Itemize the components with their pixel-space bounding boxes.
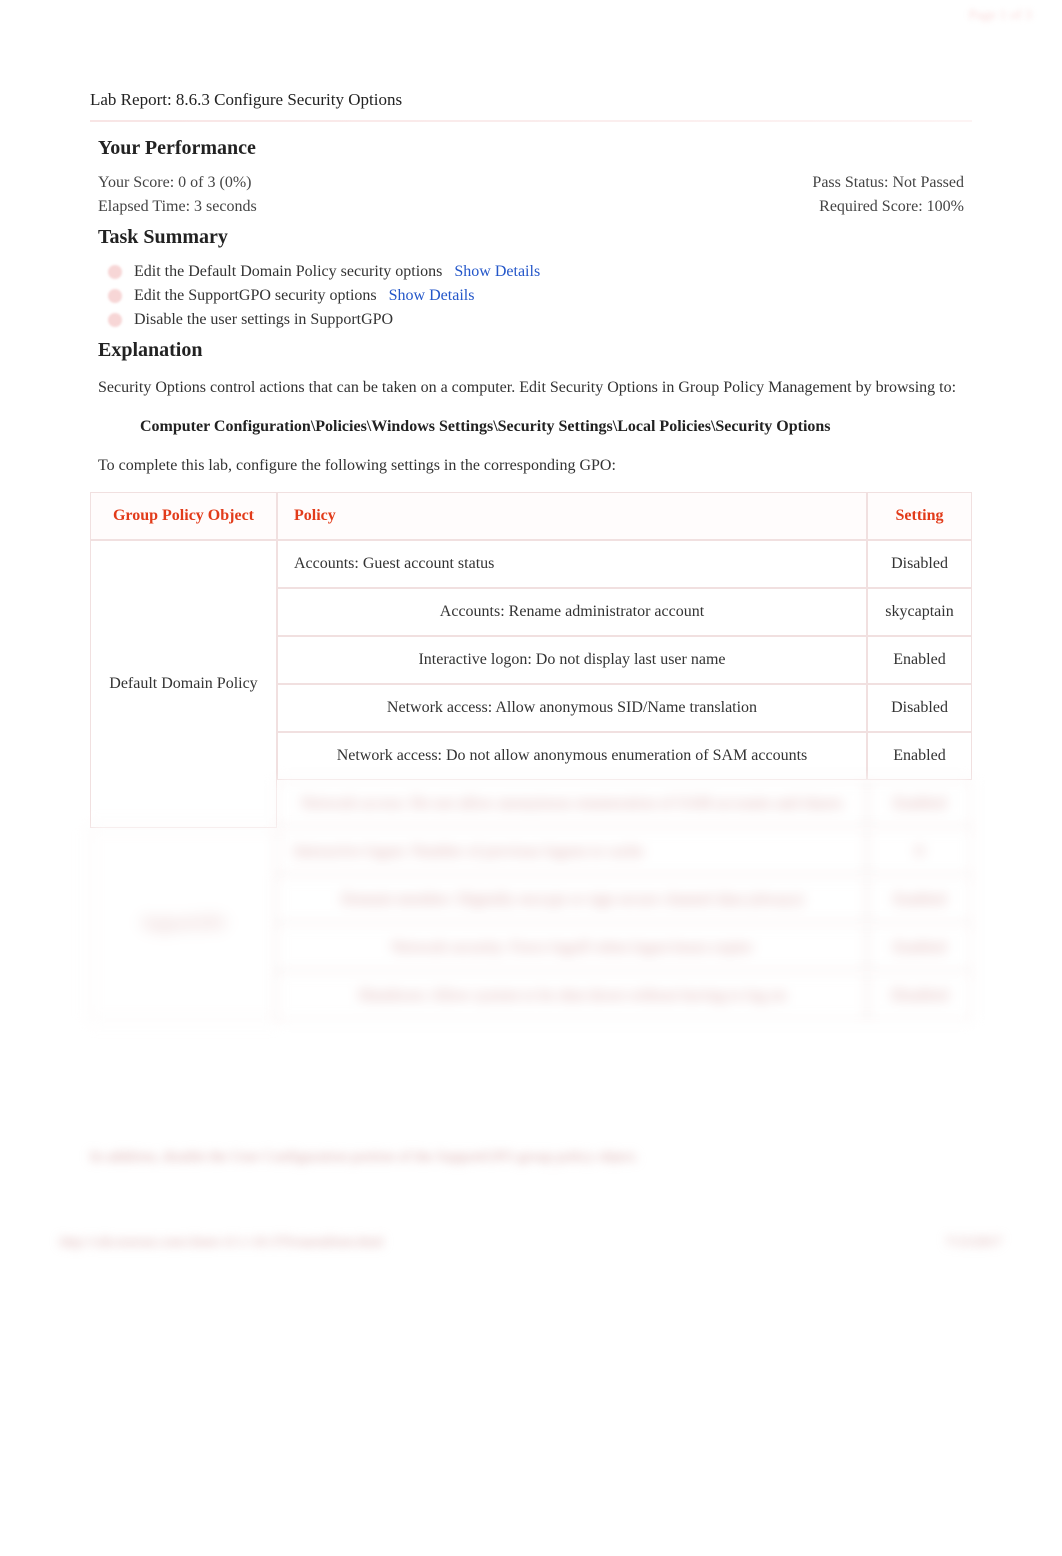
status-dot-icon [108, 313, 122, 327]
th-gpo: Group Policy Object [90, 492, 277, 540]
show-details-link[interactable]: Show Details [389, 287, 475, 305]
th-policy: Policy [277, 492, 867, 540]
cell-setting: 0 [867, 828, 972, 876]
elapsed-label: Elapsed Time: 3 seconds [98, 198, 257, 216]
task-item-2: Disable the user settings in SupportGPO [108, 311, 972, 329]
divider [90, 120, 972, 122]
perf-row-1: Your Score: 0 of 3 (0%) Pass Status: Not… [90, 174, 972, 192]
cell-setting: Enabled [867, 924, 972, 972]
cell-policy: Interactive logon: Do not display last u… [277, 636, 867, 684]
pass-label: Pass Status: Not Passed [812, 174, 964, 192]
settings-table: Group Policy Object Policy Setting Defau… [90, 492, 972, 1020]
perf-row-2: Elapsed Time: 3 seconds Required Score: … [90, 198, 972, 216]
task-label: Edit the SupportGPO security options [134, 287, 377, 305]
cell-policy: Network access: Allow anonymous SID/Name… [277, 684, 867, 732]
footer-note: In addition, disable the User Configurat… [90, 1149, 972, 1166]
report-title: Lab Report: 8.6.3 Configure Security Opt… [90, 90, 972, 110]
cell-policy: Accounts: Guest account status [277, 540, 867, 588]
cell-policy: Network access: Do not allow anonymous e… [277, 732, 867, 780]
cell-policy: Interactive logon: Number of previous lo… [277, 828, 867, 876]
task-item-1: Edit the SupportGPO security options Sho… [108, 287, 972, 305]
cell-setting: Enabled [867, 732, 972, 780]
th-setting: Setting [867, 492, 972, 540]
task-item-0: Edit the Default Domain Policy security … [108, 263, 972, 281]
explanation-intro: Security Options control actions that ca… [98, 376, 964, 400]
cell-setting: Disabled [867, 540, 972, 588]
cell-policy: Accounts: Rename administrator account [277, 588, 867, 636]
task-summary-heading: Task Summary [98, 226, 972, 249]
page-indicator: Page 1 of 3 [969, 8, 1032, 24]
score-label: Your Score: 0 of 3 (0%) [98, 174, 251, 192]
cell-gpo: Default Domain Policy [90, 540, 277, 828]
cell-policy: Shutdown: Allow system to be shut down w… [277, 972, 867, 1020]
table-row: SupportGPOInteractive logon: Number of p… [90, 828, 972, 876]
cell-policy: Network access: Do not allow anonymous e… [277, 780, 867, 828]
task-list: Edit the Default Domain Policy security … [108, 263, 972, 329]
explanation-heading: Explanation [98, 339, 972, 362]
cell-setting: Enabled [867, 780, 972, 828]
cell-setting: Disabled [867, 972, 972, 1020]
cell-setting: skycaptain [867, 588, 972, 636]
footer-bottom: http://cdn.testout.com/client-v5-1-10-37… [60, 1235, 1002, 1251]
table-header-row: Group Policy Object Policy Setting [90, 492, 972, 540]
cell-setting: Enabled [867, 636, 972, 684]
task-label: Edit the Default Domain Policy security … [134, 263, 442, 281]
task-label: Disable the user settings in SupportGPO [134, 311, 393, 329]
footer-right: 7/13/2017 [945, 1235, 1002, 1251]
footer-left: http://cdn.testout.com/client-v5-1-10-37… [60, 1235, 383, 1251]
explanation-instruction: To complete this lab, configure the foll… [98, 454, 964, 478]
config-path: Computer Configuration\Policies\Windows … [140, 418, 922, 436]
status-dot-icon [108, 289, 122, 303]
table-row: Default Domain PolicyAccounts: Guest acc… [90, 540, 972, 588]
cell-policy: Domain member: Digitally encrypt or sign… [277, 876, 867, 924]
report-content: Lab Report: 8.6.3 Configure Security Opt… [0, 0, 1062, 1060]
cell-gpo: SupportGPO [90, 828, 277, 1020]
cell-setting: Enabled [867, 876, 972, 924]
required-label: Required Score: 100% [819, 198, 964, 216]
performance-heading: Your Performance [98, 137, 972, 160]
show-details-link[interactable]: Show Details [454, 263, 540, 281]
cell-setting: Disabled [867, 684, 972, 732]
cell-policy: Network security: Force logoff when logo… [277, 924, 867, 972]
status-dot-icon [108, 265, 122, 279]
